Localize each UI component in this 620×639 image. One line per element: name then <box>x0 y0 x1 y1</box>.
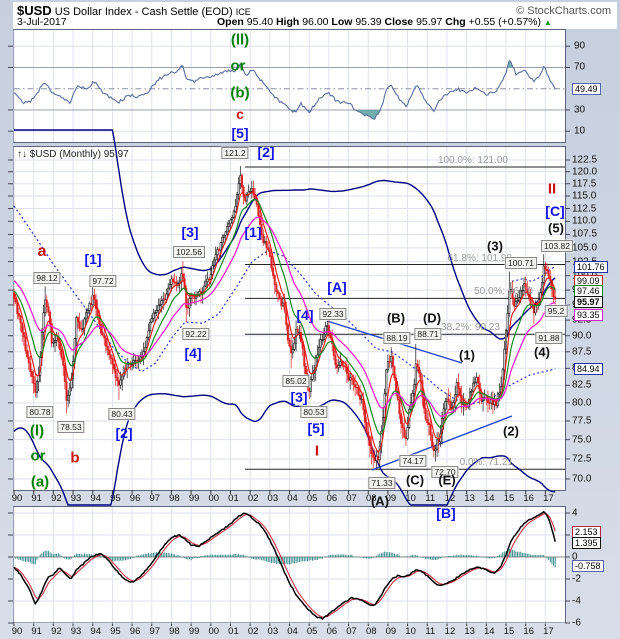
main-chart-label-text: $USD (Monthly) 95.97 <box>30 149 129 160</box>
stockcharts-chart: $USD US Dollar Index - Cash Settle (EOD)… <box>0 0 620 639</box>
main-chart-label: ↑↓ $USD (Monthly) 95.97 <box>17 149 129 160</box>
chart-plot-svg <box>0 0 620 639</box>
updown-arrows-icon[interactable]: ↑↓ <box>17 149 27 160</box>
